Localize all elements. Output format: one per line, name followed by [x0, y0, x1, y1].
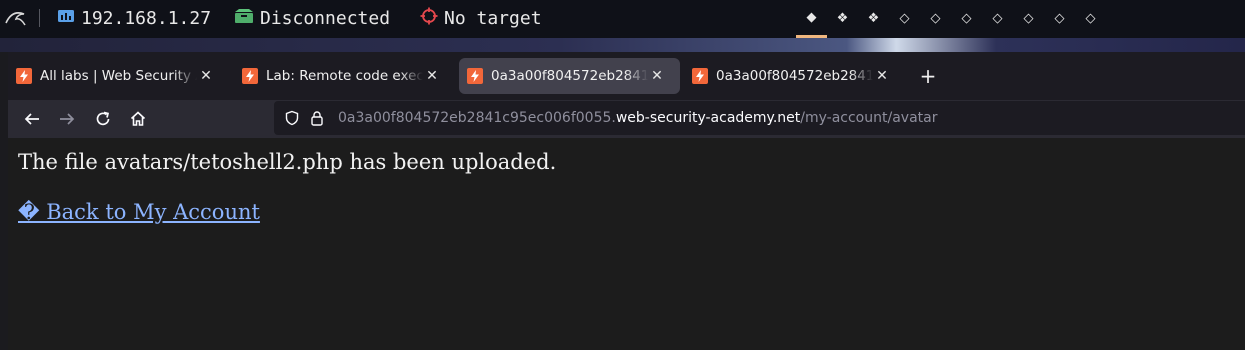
- workspace-4[interactable]: ◇: [889, 0, 920, 36]
- upload-confirmation-message: The file avatars/tetoshell2.php has been…: [18, 150, 557, 174]
- ip-address: 192.168.1.27: [81, 7, 212, 29]
- lightning-icon: [467, 68, 483, 84]
- network-status: Disconnected: [260, 7, 391, 29]
- package-icon: [234, 8, 254, 28]
- tab-all-labs[interactable]: All labs | Web Security Academy ✕: [8, 58, 228, 94]
- tab-label: Lab: Remote code execution via web shell…: [266, 68, 423, 84]
- address-bar[interactable]: 0a3a00f804572eb2841c95ec006f0055.web-sec…: [274, 101, 1245, 135]
- close-tab-icon[interactable]: ✕: [199, 68, 213, 84]
- workspace-1[interactable]: ◆: [796, 0, 827, 38]
- navigation-toolbar: 0a3a00f804572eb2841c95ec006f0055.web-sec…: [8, 100, 1245, 138]
- workspace-10[interactable]: ◇: [1075, 0, 1106, 36]
- workspace-6[interactable]: ◇: [951, 0, 982, 36]
- target-status: No target: [444, 7, 542, 29]
- forward-arrow-icon[interactable]: [55, 107, 79, 131]
- back-arrow-icon[interactable]: [20, 107, 44, 131]
- home-icon[interactable]: [126, 107, 150, 131]
- desktop-wallpaper: [0, 38, 1245, 52]
- browser-window: All labs | Web Security Academy ✕ Lab: R…: [8, 52, 1245, 350]
- tab-strip: All labs | Web Security Academy ✕ Lab: R…: [8, 52, 1245, 100]
- ip-widget[interactable]: 192.168.1.27: [57, 0, 211, 36]
- system-panel: 192.168.1.27 Disconnected No target ◆ ❖: [0, 0, 1245, 38]
- workspace-switcher: ◆ ❖ ❖ ◇ ◇ ◇ ◇ ◇ ◇ ◇: [796, 0, 1106, 38]
- reload-icon[interactable]: [91, 107, 115, 131]
- new-tab-button[interactable]: +: [916, 64, 940, 88]
- crosshair-icon: [420, 7, 438, 29]
- lightning-icon: [692, 68, 708, 84]
- close-tab-icon[interactable]: ✕: [875, 68, 889, 84]
- tab-lab-instance[interactable]: 0a3a00f804572eb2841c95ec006f0055.web-sec…: [684, 58, 904, 94]
- url-path: /my-account/avatar: [800, 110, 938, 126]
- workspace-3[interactable]: ❖: [858, 0, 889, 36]
- lightning-icon: [16, 68, 32, 84]
- tab-label: All labs | Web Security Academy: [40, 68, 197, 84]
- page-content: The file avatars/tetoshell2.php has been…: [8, 138, 1245, 350]
- close-tab-icon[interactable]: ✕: [425, 68, 439, 84]
- back-to-account-link[interactable]: � Back to My Account: [18, 200, 260, 224]
- vpn-status-widget[interactable]: Disconnected: [234, 0, 390, 36]
- url-domain: web-security-academy.net: [615, 110, 801, 126]
- kali-menu-icon[interactable]: [4, 0, 28, 36]
- network-card-icon: [57, 8, 75, 28]
- url-text[interactable]: 0a3a00f804572eb2841c95ec006f0055.web-sec…: [338, 110, 937, 126]
- workspace-8[interactable]: ◇: [1013, 0, 1044, 36]
- tab-lab-description[interactable]: Lab: Remote code execution via web shell…: [234, 58, 454, 94]
- url-subdomain: 0a3a00f804572eb2841c95ec006f0055.: [338, 110, 616, 126]
- workspace-9[interactable]: ◇: [1044, 0, 1075, 36]
- close-tab-icon[interactable]: ✕: [650, 68, 664, 84]
- panel-divider: [39, 9, 40, 27]
- lightning-icon: [242, 68, 258, 84]
- tab-label: 0a3a00f804572eb2841c95ec006f0055.web-sec…: [491, 68, 648, 84]
- shield-icon[interactable]: [284, 110, 300, 126]
- tab-label: 0a3a00f804572eb2841c95ec006f0055.web-sec…: [716, 68, 873, 84]
- workspace-5[interactable]: ◇: [920, 0, 951, 36]
- tab-lab-instance-active[interactable]: 0a3a00f804572eb2841c95ec006f0055.web-sec…: [459, 58, 680, 94]
- target-widget[interactable]: No target: [420, 0, 542, 36]
- workspace-2[interactable]: ❖: [827, 0, 858, 36]
- lock-icon[interactable]: [310, 110, 324, 126]
- workspace-7[interactable]: ◇: [982, 0, 1013, 36]
